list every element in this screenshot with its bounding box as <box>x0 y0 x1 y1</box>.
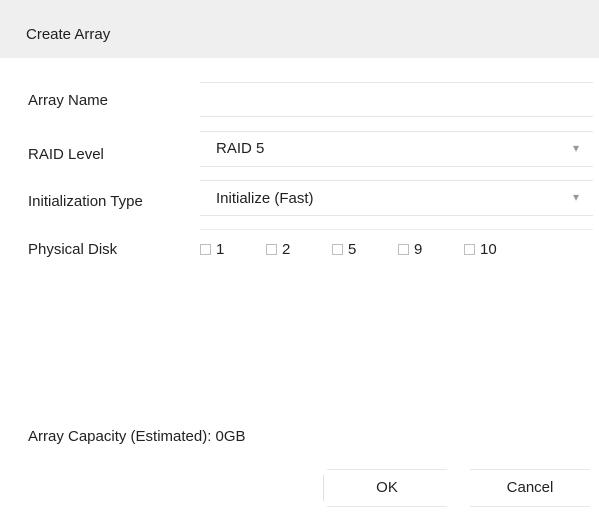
array-name-input[interactable] <box>200 82 593 117</box>
divider <box>323 475 324 501</box>
ok-button[interactable]: OK <box>327 469 447 507</box>
array-name-label: Array Name <box>28 92 109 109</box>
disk-checkbox-1[interactable]: 1 <box>200 241 224 258</box>
chevron-down-icon: ▾ <box>572 190 579 204</box>
raid-level-select[interactable]: RAID 5 ▾ <box>200 131 593 167</box>
divider <box>200 229 593 230</box>
checkbox-icon <box>464 244 475 255</box>
disk-label: 5 <box>348 241 357 258</box>
disk-label: 10 <box>480 241 497 258</box>
create-array-dialog: Create Array Array Name RAID Level RAID … <box>0 0 599 513</box>
chevron-down-icon: ▾ <box>572 141 579 155</box>
disk-label: 1 <box>216 241 225 258</box>
array-capacity-text: Array Capacity (Estimated): 0GB <box>28 428 246 445</box>
disk-label: 9 <box>414 241 423 258</box>
initialization-type-label: Initialization Type <box>28 193 143 210</box>
raid-level-value: RAID 5 <box>216 140 265 157</box>
cancel-button[interactable]: Cancel <box>470 469 590 507</box>
physical-disk-options: 1 2 5 9 10 <box>200 237 593 261</box>
disk-checkbox-2[interactable]: 2 <box>266 241 290 258</box>
disk-label: 2 <box>282 241 291 258</box>
disk-checkbox-5[interactable]: 5 <box>332 241 356 258</box>
checkbox-icon <box>266 244 277 255</box>
raid-level-label: RAID Level <box>28 146 104 163</box>
physical-disk-label: Physical Disk <box>28 241 118 258</box>
checkbox-icon <box>332 244 343 255</box>
dialog-titlebar: Create Array <box>0 0 599 58</box>
initialization-type-value: Initialize (Fast) <box>216 190 314 207</box>
disk-checkbox-9[interactable]: 9 <box>398 241 422 258</box>
checkbox-icon <box>398 244 409 255</box>
dialog-title: Create Array <box>26 26 111 43</box>
checkbox-icon <box>200 244 211 255</box>
disk-checkbox-10[interactable]: 10 <box>464 241 497 258</box>
initialization-type-select[interactable]: Initialize (Fast) ▾ <box>200 180 593 216</box>
